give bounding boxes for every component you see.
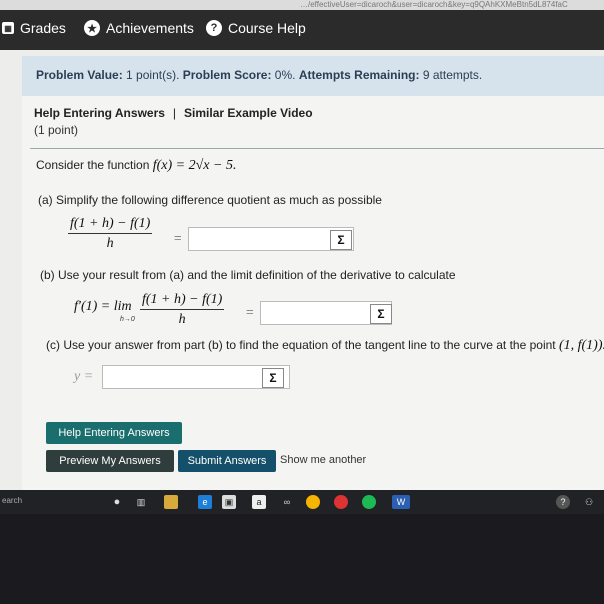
help-entering-answers-link[interactable]: Help Entering Answers <box>34 106 165 120</box>
people-icon[interactable]: ⚇ <box>582 495 596 509</box>
store-icon[interactable]: ▣ <box>222 495 236 509</box>
part-c-text: (c) Use your answer from part (b) to fin… <box>46 338 604 354</box>
nav-grades[interactable]: ▦ Grades <box>2 20 66 36</box>
problem-score: 0%. <box>274 68 296 82</box>
nav-course-help[interactable]: ? Course Help <box>206 20 306 36</box>
red-app-icon[interactable] <box>334 495 348 509</box>
attempts-label: Attempts Remaining: <box>298 68 420 82</box>
function-statement: Consider the function f(x) = 2√x − 5. <box>36 158 236 174</box>
grades-icon: ▦ <box>2 22 14 34</box>
y-equals-label: y = <box>74 369 94 384</box>
chrome-icon[interactable] <box>306 495 320 509</box>
amazon-icon[interactable]: a <box>252 495 266 509</box>
problem-points: (1 point) <box>34 123 79 137</box>
task-view-icon[interactable]: ▥ <box>134 495 148 509</box>
part-b-text: (b) Use your result from (a) and the lim… <box>40 268 456 282</box>
header-divider <box>30 148 604 149</box>
microphone-icon[interactable]: ● <box>110 495 124 509</box>
problem-header: Help Entering Answers | Similar Example Vi… <box>34 106 313 120</box>
quotient-numerator: f(1 + h) − f(1) <box>68 216 153 234</box>
part-a-equals: = <box>174 230 182 245</box>
show-me-another-button[interactable]: Show me another <box>280 454 366 466</box>
similar-example-video-link[interactable]: Similar Example Video <box>184 106 313 120</box>
problem-value-label: Problem Value: <box>36 68 123 82</box>
intro-text: Consider the function <box>36 158 150 172</box>
taskbar-search[interactable]: earch <box>2 496 22 505</box>
part-c-instruction: (c) Use your answer from part (b) to fin… <box>46 338 556 352</box>
help-tray-icon[interactable]: ? <box>556 495 570 509</box>
browser-screen: …/effectiveUser=dicaroch&user=dicaroch&k… <box>0 0 604 490</box>
quotient-denominator: h <box>106 236 114 251</box>
problem-score-label: Problem Score: <box>182 68 272 82</box>
word-icon[interactable]: W <box>392 495 410 509</box>
nav-achievements[interactable]: ★ Achievements <box>84 20 194 36</box>
derivative-lhs: f′(1) = lim <box>74 299 132 314</box>
nav-course-help-label: Course Help <box>228 20 306 36</box>
tangent-point: (1, f(1)). <box>558 338 604 353</box>
part-b-equals: = <box>246 304 254 319</box>
derivative-quotient-denominator: h <box>178 312 186 327</box>
nav-grades-label: Grades <box>20 20 66 36</box>
difference-quotient: f(1 + h) − f(1) h <box>68 216 153 252</box>
problem-panel: Help Entering Answers | Similar Example Vi… <box>22 96 604 490</box>
derivative-quotient-numerator: f(1 + h) − f(1) <box>140 292 225 310</box>
submit-answers-button[interactable]: Submit Answers <box>178 450 276 472</box>
function-expression: f(x) = 2√x − 5. <box>152 158 237 173</box>
header-separator: | <box>172 106 177 120</box>
question-icon: ? <box>206 20 222 36</box>
nav-achievements-label: Achievements <box>106 20 194 36</box>
link-icon[interactable]: ∞ <box>280 495 294 509</box>
star-icon: ★ <box>84 20 100 36</box>
edge-browser-icon[interactable]: e <box>198 495 212 509</box>
spotify-icon[interactable] <box>362 495 376 509</box>
file-explorer-icon[interactable] <box>164 495 178 509</box>
limit-subscript: h→0 <box>120 316 135 323</box>
part-a-equation-editor-button[interactable]: Σ <box>330 230 352 250</box>
help-entering-answers-button[interactable]: Help Entering Answers <box>46 422 182 444</box>
problem-info-bar: Problem Value: 1 point(s). Problem Score… <box>22 56 604 97</box>
problem-value: 1 point(s). <box>126 68 180 82</box>
url-bar[interactable]: …/effectiveUser=dicaroch&user=dicaroch&k… <box>0 0 604 10</box>
top-navigation: ▦ Grades ★ Achievements ? Course Help <box>0 10 604 50</box>
derivative-quotient: f(1 + h) − f(1) h <box>140 292 225 328</box>
part-c-equation-editor-button[interactable]: Σ <box>262 368 284 388</box>
part-a-text: (a) Simplify the following difference qu… <box>38 193 382 207</box>
windows-taskbar: earch ● ▥ e ▣ a ∞ W ? ⚇ <box>0 490 604 514</box>
problem-info-text: Problem Value: 1 point(s). Problem Score… <box>36 68 482 82</box>
preview-answers-button[interactable]: Preview My Answers <box>46 450 174 472</box>
part-b-equation-editor-button[interactable]: Σ <box>370 304 392 324</box>
attempts-remaining: 9 attempts. <box>422 68 483 82</box>
